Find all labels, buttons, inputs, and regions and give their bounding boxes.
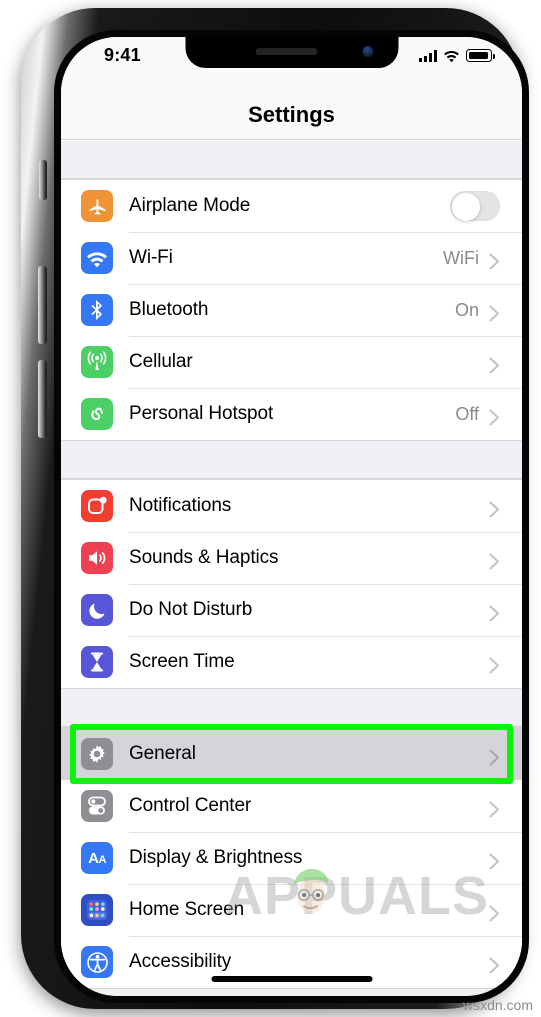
chevron-right-icon — [489, 500, 500, 518]
cellular-antenna-icon — [81, 346, 113, 378]
settings-row-bluetooth[interactable]: Bluetooth On — [61, 284, 522, 336]
settings-group-system: General Control Center AA Display & Brig… — [61, 724, 522, 989]
volume-down-button[interactable] — [38, 360, 47, 438]
chevron-right-icon — [489, 252, 500, 270]
phone-screen: 9:41 Settings Airplane Mode Wi-Fi WiFi B… — [61, 37, 522, 996]
settings-row-label: Airplane Mode — [129, 195, 251, 216]
page-title: Settings — [248, 102, 335, 127]
chevron-right-icon — [489, 604, 500, 622]
sounds-icon — [81, 542, 113, 574]
chevron-right-icon — [489, 552, 500, 570]
chevron-right-icon — [489, 356, 500, 374]
chevron-right-icon — [489, 904, 500, 922]
moon-icon — [81, 594, 113, 626]
settings-row-wifi[interactable]: Wi-Fi WiFi — [61, 232, 522, 284]
chevron-right-icon — [489, 956, 500, 974]
chevron-right-icon — [489, 408, 500, 426]
group-gap — [61, 689, 522, 727]
silent-switch-button[interactable] — [39, 160, 47, 200]
settings-row-label: Control Center — [129, 795, 252, 816]
front-camera-icon — [362, 46, 373, 57]
group-gap — [61, 141, 522, 179]
settings-row-cellular[interactable]: Cellular — [61, 336, 522, 388]
chevron-right-icon — [489, 304, 500, 322]
volume-up-button[interactable] — [38, 266, 47, 344]
settings-row-sounds-haptics[interactable]: Sounds & Haptics — [61, 532, 522, 584]
bluetooth-icon — [81, 294, 113, 326]
hotspot-icon — [81, 398, 113, 430]
control-center-icon — [81, 790, 113, 822]
settings-row-label: Home Screen — [129, 899, 245, 920]
settings-row-label: Notifications — [129, 495, 232, 516]
settings-row-display-brightness[interactable]: AA Display & Brightness — [61, 832, 522, 884]
chevron-right-icon — [489, 800, 500, 818]
settings-row-label: Cellular — [129, 351, 193, 372]
wifi-icon — [81, 242, 113, 274]
chevron-right-icon — [489, 656, 500, 674]
settings-row-label: Sounds & Haptics — [129, 547, 279, 568]
settings-row-label: Accessibility — [129, 951, 232, 972]
settings-row-label: General — [129, 743, 196, 764]
airplane-icon — [81, 190, 113, 222]
home-screen-icon — [81, 894, 113, 926]
settings-row-label: Personal Hotspot — [129, 403, 274, 424]
earpiece-speaker-icon — [255, 48, 318, 55]
settings-row-label: Bluetooth — [129, 299, 209, 320]
airplane-mode-toggle[interactable] — [450, 191, 500, 221]
source-watermark: wsxdn.com — [462, 997, 533, 1013]
notifications-icon — [81, 490, 113, 522]
settings-row-control-center[interactable]: Control Center — [61, 780, 522, 832]
settings-row-value: WiFi — [443, 247, 479, 268]
general-highlight-wrapper: General — [61, 724, 522, 784]
screenshot-root: 9:41 Settings Airplane Mode Wi-Fi WiFi B… — [0, 0, 541, 1017]
settings-group-connectivity: Airplane Mode Wi-Fi WiFi Bluetooth On Ce… — [61, 179, 522, 441]
settings-row-general[interactable]: General — [61, 728, 522, 780]
settings-row-label: Wi-Fi — [129, 247, 173, 268]
settings-group-alerts: Notifications Sounds & Haptics Do Not Di… — [61, 479, 522, 689]
settings-row-do-not-disturb[interactable]: Do Not Disturb — [61, 584, 522, 636]
settings-list[interactable]: Airplane Mode Wi-Fi WiFi Bluetooth On Ce… — [61, 141, 522, 996]
settings-row-value: On — [454, 299, 479, 320]
display-brightness-icon: AA — [81, 842, 113, 874]
settings-row-personal-hotspot[interactable]: Personal Hotspot Off — [61, 388, 522, 440]
chevron-right-icon — [489, 852, 500, 870]
toggle-knob — [452, 193, 480, 221]
home-indicator[interactable] — [211, 976, 372, 982]
phone-frame: 9:41 Settings Airplane Mode Wi-Fi WiFi B… — [21, 8, 529, 1009]
settings-row-label: Do Not Disturb — [129, 599, 253, 620]
accessibility-icon — [81, 946, 113, 978]
settings-row-airplane-mode[interactable]: Airplane Mode — [61, 180, 522, 232]
settings-row-value: Off — [455, 403, 479, 424]
notch — [185, 37, 398, 68]
settings-row-label: Display & Brightness — [129, 847, 303, 868]
settings-row-screen-time[interactable]: Screen Time — [61, 636, 522, 688]
settings-row-home-screen[interactable]: Home Screen — [61, 884, 522, 936]
chevron-right-icon — [489, 748, 500, 766]
settings-row-notifications[interactable]: Notifications — [61, 480, 522, 532]
gear-icon — [81, 738, 113, 770]
hourglass-icon — [81, 646, 113, 678]
settings-row-label: Screen Time — [129, 651, 235, 672]
group-gap — [61, 441, 522, 479]
